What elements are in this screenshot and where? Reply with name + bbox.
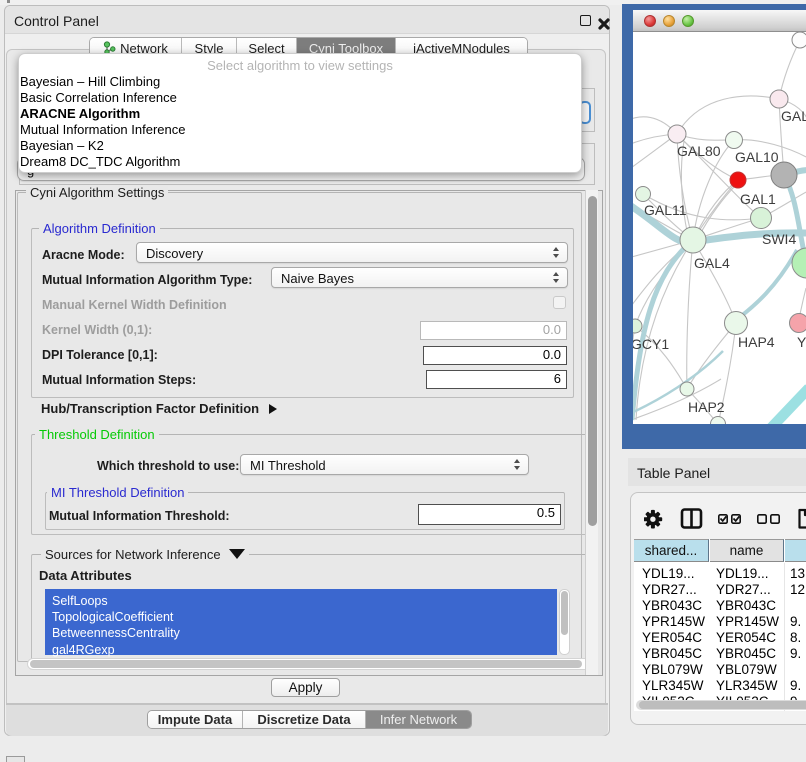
svg-text:GAL: GAL	[781, 108, 806, 124]
svg-text:HAP4: HAP4	[738, 334, 775, 350]
svg-text:GCY1: GCY1	[633, 336, 669, 352]
svg-text:GAL4: GAL4	[694, 255, 730, 271]
svg-text:GAL1: GAL1	[740, 191, 776, 207]
svg-text:GAL80: GAL80	[677, 143, 721, 159]
svg-text:HAP2: HAP2	[688, 399, 725, 415]
svg-text:GAL10: GAL10	[735, 149, 779, 165]
svg-text:GAL11: GAL11	[644, 202, 687, 218]
svg-text:Y: Y	[797, 334, 806, 350]
svg-text:SWI4: SWI4	[762, 231, 796, 247]
